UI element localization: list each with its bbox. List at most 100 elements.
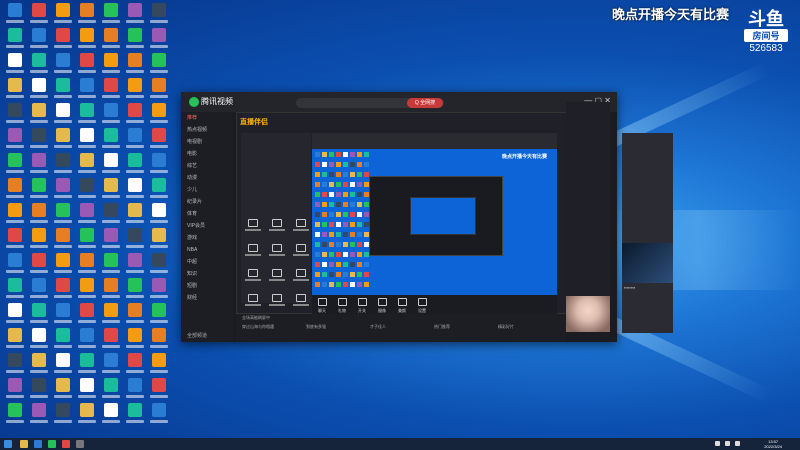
desktop-icon[interactable] bbox=[124, 128, 146, 154]
desktop-icon[interactable] bbox=[148, 203, 170, 229]
desktop-icon[interactable] bbox=[52, 128, 74, 154]
desktop-icon[interactable] bbox=[124, 328, 146, 354]
desktop-icon[interactable] bbox=[100, 53, 122, 79]
desktop-icon[interactable] bbox=[100, 353, 122, 379]
desktop-icon[interactable] bbox=[52, 3, 74, 29]
desktop-icon[interactable] bbox=[76, 353, 98, 379]
bottom-item[interactable]: 热门推荐 bbox=[434, 324, 450, 330]
sidebar-item[interactable]: 热点视频 bbox=[181, 124, 233, 136]
desktop-icon[interactable] bbox=[124, 3, 146, 29]
desktop-icon[interactable] bbox=[124, 203, 146, 229]
taskbar-app-5[interactable] bbox=[76, 440, 84, 448]
control-button[interactable]: 聊天 bbox=[312, 298, 332, 314]
bottom-item[interactable]: 精彩好片 bbox=[498, 324, 514, 330]
desktop-icon[interactable] bbox=[100, 378, 122, 404]
desktop-icon[interactable] bbox=[4, 128, 26, 154]
desktop-icon[interactable] bbox=[148, 328, 170, 354]
taskbar-app-3[interactable] bbox=[48, 440, 56, 448]
desktop-icon[interactable] bbox=[4, 3, 26, 29]
taskbar-app-1[interactable] bbox=[20, 440, 28, 448]
desktop-icon[interactable] bbox=[4, 53, 26, 79]
desktop-icon[interactable] bbox=[100, 253, 122, 279]
desktop-icon[interactable] bbox=[148, 278, 170, 304]
desktop-icon[interactable] bbox=[148, 53, 170, 79]
system-clock[interactable]: 13:57 2022/3/24 bbox=[764, 439, 782, 449]
desktop-icon[interactable] bbox=[28, 103, 50, 129]
desktop-icon[interactable] bbox=[4, 378, 26, 404]
desktop-icon[interactable] bbox=[124, 228, 146, 254]
tool-button[interactable] bbox=[242, 293, 264, 311]
sidebar-item[interactable]: 推荐 bbox=[181, 112, 233, 124]
tool-button[interactable] bbox=[290, 293, 312, 311]
desktop-icon[interactable] bbox=[124, 178, 146, 204]
desktop-icon[interactable] bbox=[124, 28, 146, 54]
tool-button[interactable] bbox=[290, 243, 312, 261]
sidebar-item[interactable]: 知识 bbox=[181, 268, 233, 280]
desktop-icon[interactable] bbox=[76, 103, 98, 129]
search-button[interactable]: Q 全网搜 bbox=[407, 98, 443, 108]
sidebar-item[interactable]: 游戏 bbox=[181, 232, 233, 244]
desktop-icon[interactable] bbox=[52, 203, 74, 229]
desktop-icon[interactable] bbox=[4, 28, 26, 54]
desktop-icon[interactable] bbox=[52, 78, 74, 104]
desktop-icon[interactable] bbox=[100, 278, 122, 304]
desktop-icon[interactable] bbox=[52, 53, 74, 79]
start-button[interactable] bbox=[4, 440, 12, 448]
desktop-icon[interactable] bbox=[4, 228, 26, 254]
desktop-icon[interactable] bbox=[28, 53, 50, 79]
desktop-icon[interactable] bbox=[28, 128, 50, 154]
desktop-icon[interactable] bbox=[28, 3, 50, 29]
desktop-icon[interactable] bbox=[28, 303, 50, 329]
sidebar-item[interactable]: 中超 bbox=[181, 256, 233, 268]
sidebar-all-channels[interactable]: 全部频道 bbox=[181, 330, 239, 342]
desktop-icon[interactable] bbox=[28, 203, 50, 229]
desktop-icon[interactable] bbox=[52, 353, 74, 379]
desktop-icon[interactable] bbox=[76, 328, 98, 354]
desktop-icon[interactable] bbox=[4, 403, 26, 429]
desktop-icon[interactable] bbox=[76, 278, 98, 304]
taskbar-app-4[interactable] bbox=[62, 440, 70, 448]
desktop-icon[interactable] bbox=[76, 253, 98, 279]
bottom-item[interactable]: 穿过山海与你相遇 bbox=[242, 324, 274, 330]
desktop-icon[interactable] bbox=[28, 78, 50, 104]
tool-button[interactable] bbox=[266, 293, 288, 311]
tool-button[interactable] bbox=[266, 268, 288, 286]
taskbar-app-2[interactable] bbox=[34, 440, 42, 448]
desktop-icon[interactable] bbox=[148, 178, 170, 204]
desktop-icon[interactable] bbox=[52, 378, 74, 404]
desktop-icon[interactable] bbox=[28, 153, 50, 179]
desktop-icon[interactable] bbox=[100, 78, 122, 104]
desktop-icon[interactable] bbox=[100, 228, 122, 254]
tool-button[interactable] bbox=[242, 243, 264, 261]
desktop-icon[interactable] bbox=[28, 178, 50, 204]
desktop-icon[interactable] bbox=[124, 353, 146, 379]
desktop-icon[interactable] bbox=[52, 278, 74, 304]
sidebar-item[interactable]: VIP会员 bbox=[181, 220, 233, 232]
desktop-icon[interactable] bbox=[100, 303, 122, 329]
desktop-icon[interactable] bbox=[28, 403, 50, 429]
desktop-icon[interactable] bbox=[4, 328, 26, 354]
desktop-icon[interactable] bbox=[28, 378, 50, 404]
sidebar-item[interactable]: 动漫 bbox=[181, 172, 233, 184]
desktop-icon[interactable] bbox=[124, 303, 146, 329]
desktop-icon[interactable] bbox=[148, 353, 170, 379]
desktop-icon[interactable] bbox=[148, 403, 170, 429]
sidebar-item[interactable]: NBA bbox=[181, 244, 233, 256]
desktop-icon[interactable] bbox=[148, 378, 170, 404]
tool-button[interactable] bbox=[242, 268, 264, 286]
desktop-icon[interactable] bbox=[4, 103, 26, 129]
desktop-icon[interactable] bbox=[52, 403, 74, 429]
desktop-icon[interactable] bbox=[100, 328, 122, 354]
desktop-icon[interactable] bbox=[28, 328, 50, 354]
tray-icon-3[interactable] bbox=[735, 441, 740, 446]
desktop-icon[interactable] bbox=[76, 153, 98, 179]
desktop-icon[interactable] bbox=[124, 53, 146, 79]
tray-icon-1[interactable] bbox=[715, 441, 720, 446]
tool-button[interactable] bbox=[290, 268, 312, 286]
desktop-icon[interactable] bbox=[76, 53, 98, 79]
sidebar-item[interactable]: 短剧 bbox=[181, 280, 233, 292]
control-button[interactable]: 开关 bbox=[352, 298, 372, 314]
bottom-item[interactable]: 才子佳人 bbox=[370, 324, 386, 330]
control-button[interactable]: 设置 bbox=[412, 298, 432, 314]
desktop-icon[interactable] bbox=[100, 203, 122, 229]
